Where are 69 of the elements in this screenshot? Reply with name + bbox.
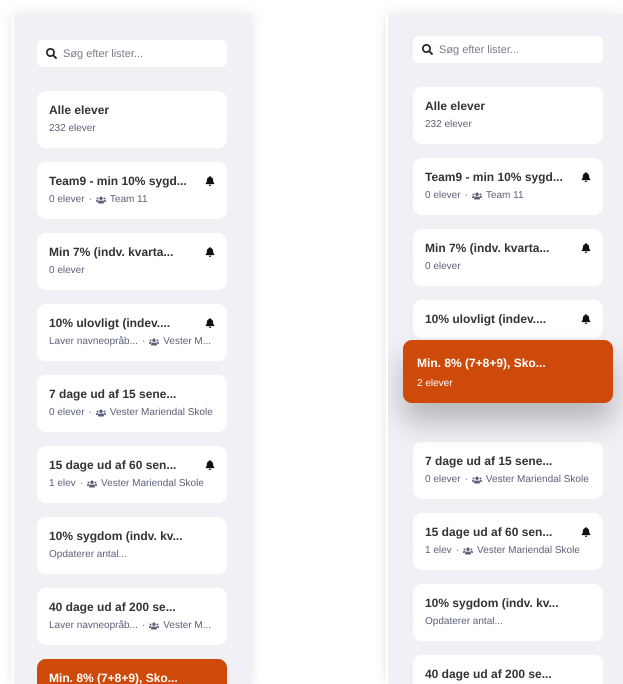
list-card[interactable]: Team9 - min 10% sygd... 0 elever · Team 11: [37, 162, 227, 219]
separator-dot: ·: [80, 478, 84, 489]
list-title: Team9 - min 10% sygd...: [49, 174, 187, 188]
list-card[interactable]: Team9 - min 10% sygd... 0 elever · Team 11: [413, 158, 603, 215]
list-card[interactable]: Min 7% (indv. kvarta... 0 elever: [37, 233, 227, 290]
group-name: Vester M...: [163, 620, 212, 631]
list-count: 2 elever: [417, 378, 453, 389]
list-card[interactable]: 10% ulovligt (indev.... Laver navneopråb... · Vester M...: [37, 304, 227, 361]
list-title: 10% sygdom (indv. kv...: [425, 596, 559, 610]
search-field[interactable]: Søg efter lister...: [37, 40, 227, 67]
list-card[interactable]: 10% ulovligt (indev....: [413, 300, 603, 338]
list-title: Min 7% (indv. kvarta...: [49, 245, 174, 259]
list-count: 1 elev: [425, 545, 452, 556]
list-count: 0 elever: [49, 194, 85, 205]
list-title: 40 dage ud af 200 se...: [49, 600, 176, 614]
list-card[interactable]: Alle elever 232 elever: [37, 91, 227, 148]
list-count: 232 elever: [49, 123, 96, 134]
search-input[interactable]: Søg efter lister...: [439, 44, 589, 56]
list-count: 0 elever: [49, 407, 85, 418]
separator-dot: ·: [88, 194, 92, 205]
list-count: 1 elev: [49, 478, 76, 489]
list-title: 7 dage ud af 15 sene...: [49, 387, 176, 401]
group-name: Vester Mariendal Skole: [477, 545, 580, 556]
group-name: Team 11: [110, 194, 148, 205]
list-title: Team9 - min 10% sygd...: [425, 170, 563, 184]
list-title: Min. 8% (7+8+9), Sko...: [417, 356, 546, 370]
list-title: 15 dage ud af 60 sen...: [425, 525, 552, 539]
list-count: 232 elever: [425, 119, 472, 130]
list-title: 40 dage ud af 200 se...: [425, 667, 552, 681]
list-card[interactable]: 7 dage ud af 15 sene... 0 elever · Vester Mariendal Skole: [37, 375, 227, 432]
list-title: 10% sygdom (indv. kv...: [49, 529, 183, 543]
dragged-list-card[interactable]: Min. 8% (7+8+9), Sko... 2 elever: [403, 340, 613, 403]
list-title: Min 7% (indv. kvarta...: [425, 241, 550, 255]
list-count: Opdaterer antal...: [49, 549, 127, 560]
separator-dot: ·: [464, 474, 468, 485]
list-card[interactable]: Min 7% (indv. kvarta... 0 elever: [413, 229, 603, 286]
list-card[interactable]: 40 dage ud af 200 se... Laver navneopråb... · Vester M...: [37, 588, 227, 645]
list-title: Alle elever: [425, 99, 486, 113]
separator-dot: ·: [88, 407, 92, 418]
list-count: Opdaterer antal...: [425, 616, 503, 627]
list-count: Laver navneopråb...: [49, 620, 138, 631]
search-input[interactable]: Søg efter lister...: [63, 48, 213, 60]
list-card[interactable]: 10% sygdom (indv. kv... Opdaterer antal...: [413, 584, 603, 641]
list-count: 0 elever: [425, 474, 461, 485]
list-count: 0 elever: [425, 190, 461, 201]
list-card[interactable]: Alle elever 232 elever: [413, 87, 603, 144]
search-field[interactable]: Søg efter lister...: [413, 36, 603, 63]
list-card[interactable]: 15 dage ud af 60 sen... 1 elev · Vester Mariendal Skole: [413, 513, 603, 570]
list-title: 10% ulovligt (indev....: [425, 312, 546, 326]
list-count: 0 elever: [425, 261, 461, 272]
group-name: Vester Mariendal Skole: [486, 474, 589, 485]
list-count: 0 elever: [49, 265, 85, 276]
separator-dot: ·: [142, 336, 146, 347]
list-card[interactable]: 15 dage ud af 60 sen... 1 elev · Vester Mariendal Skole: [37, 446, 227, 503]
list-title: Alle elever: [49, 103, 110, 117]
separator-dot: ·: [456, 545, 460, 556]
group-name: Vester Mariendal Skole: [110, 407, 213, 418]
separator-dot: ·: [464, 190, 468, 201]
separator-dot: ·: [142, 620, 146, 631]
list-title: 7 dage ud af 15 sene...: [425, 454, 552, 468]
group-name: Vester M...: [163, 336, 212, 347]
list-title: 15 dage ud af 60 sen...: [49, 458, 176, 472]
list-card[interactable]: 7 dage ud af 15 sene... 0 elever · Vester Mariendal Skole: [413, 442, 603, 499]
list-count: Laver navneopråb...: [49, 336, 138, 347]
list-card[interactable]: 40 dage ud af 200 se...: [413, 655, 603, 684]
group-name: Team 11: [486, 190, 524, 201]
group-name: Vester Mariendal Skole: [101, 478, 204, 489]
list-card[interactable]: 10% sygdom (indv. kv... Opdaterer antal...: [37, 517, 227, 574]
list-title: 10% ulovligt (indev....: [49, 316, 170, 330]
